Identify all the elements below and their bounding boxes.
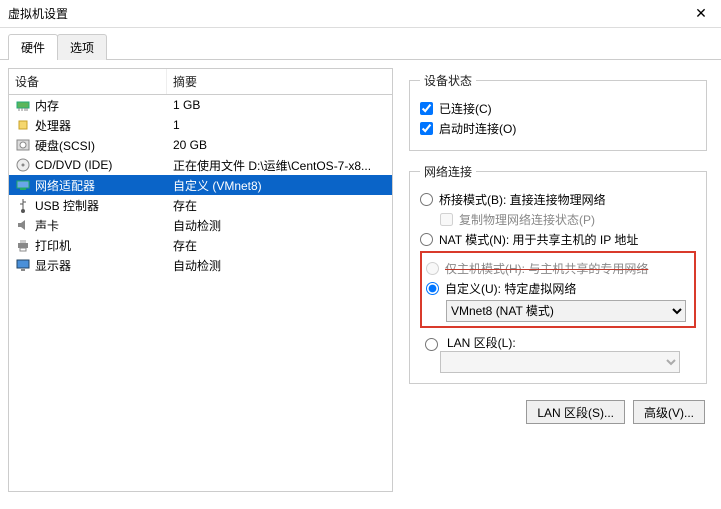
- device-summary: 自定义 (VMnet8): [167, 177, 392, 194]
- usb-icon: [15, 197, 31, 213]
- chk-connect-on-start[interactable]: 启动时连接(O): [420, 120, 696, 137]
- device-name: 显示器: [35, 257, 71, 274]
- radio-bridged[interactable]: 桥接模式(B): 直接连接物理网络: [420, 191, 696, 208]
- device-summary: 自动检测: [167, 217, 392, 234]
- network-connection-group: 网络连接 桥接模式(B): 直接连接物理网络 复制物理网络连接状态(P) NAT…: [409, 163, 707, 384]
- lan-segment-select: [440, 351, 680, 373]
- tab-options[interactable]: 选项: [57, 34, 107, 60]
- printer-icon: [15, 237, 31, 253]
- cpu-icon: [15, 117, 31, 133]
- window-title: 虚拟机设置: [8, 5, 68, 22]
- radio-custom-input[interactable]: [426, 282, 439, 295]
- chk-connected-label: 已连接(C): [439, 100, 492, 117]
- chk-replicate-label: 复制物理网络连接状态(P): [459, 211, 595, 228]
- device-row-memory[interactable]: 内存 1 GB: [9, 95, 392, 115]
- chk-replicate-input: [440, 213, 453, 226]
- disk-icon: [15, 137, 31, 153]
- device-name: 硬盘(SCSI): [35, 137, 95, 154]
- chk-connected-input[interactable]: [420, 102, 433, 115]
- device-row-disk[interactable]: 硬盘(SCSI) 20 GB: [9, 135, 392, 155]
- radio-nat[interactable]: NAT 模式(N): 用于共享主机的 IP 地址: [420, 231, 696, 248]
- chk-replicate: 复制物理网络连接状态(P): [440, 211, 696, 228]
- device-row-usb[interactable]: USB 控制器 存在: [9, 195, 392, 215]
- device-row-display[interactable]: 显示器 自动检测: [9, 255, 392, 275]
- memory-icon: [15, 97, 31, 113]
- radio-hostonly: 仅主机模式(H): 与主机共享的专用网络: [426, 260, 690, 277]
- device-row-sound[interactable]: 声卡 自动检测: [9, 215, 392, 235]
- radio-nat-label: NAT 模式(N): 用于共享主机的 IP 地址: [439, 231, 638, 248]
- lan-segments-button[interactable]: LAN 区段(S)...: [526, 400, 625, 424]
- device-row-cpu[interactable]: 处理器 1: [9, 115, 392, 135]
- radio-bridged-label: 桥接模式(B): 直接连接物理网络: [439, 191, 606, 208]
- device-name: 打印机: [35, 237, 71, 254]
- device-row-cd[interactable]: CD/DVD (IDE) 正在使用文件 D:\运维\CentOS-7-x8...: [9, 155, 392, 175]
- radio-nat-input[interactable]: [420, 233, 433, 246]
- highlighted-region: 仅主机模式(H): 与主机共享的专用网络 自定义(U): 特定虚拟网络 VMne…: [420, 251, 696, 328]
- device-summary: 正在使用文件 D:\运维\CentOS-7-x8...: [167, 157, 392, 174]
- device-name: 内存: [35, 97, 59, 114]
- device-status-legend: 设备状态: [420, 72, 476, 89]
- close-button[interactable]: ✕: [681, 0, 721, 28]
- chk-connected[interactable]: 已连接(C): [420, 100, 696, 117]
- network-connection-legend: 网络连接: [420, 163, 476, 180]
- radio-lan-segment[interactable]: LAN 区段(L):: [420, 334, 696, 351]
- device-summary: 1 GB: [167, 98, 392, 112]
- sound-icon: [15, 217, 31, 233]
- radio-hostonly-label: 仅主机模式(H): 与主机共享的专用网络: [445, 260, 648, 277]
- net-icon: [15, 177, 31, 193]
- radio-lan-segment-label: LAN 区段(L):: [447, 334, 516, 351]
- custom-network-select[interactable]: VMnet8 (NAT 模式): [446, 300, 686, 322]
- device-summary: 1: [167, 118, 392, 132]
- chk-connect-on-start-input[interactable]: [420, 122, 433, 135]
- device-status-group: 设备状态 已连接(C) 启动时连接(O): [409, 72, 707, 151]
- device-list: 设备 摘要 内存 1 GB 处理器 1 硬盘(SCSI) 20 GB CD/DVD (IDE…: [8, 68, 393, 492]
- chk-connect-on-start-label: 启动时连接(O): [439, 120, 516, 137]
- col-summary: 摘要: [167, 69, 392, 94]
- device-name: 网络适配器: [35, 177, 95, 194]
- device-name: CD/DVD (IDE): [35, 158, 112, 172]
- device-summary: 存在: [167, 237, 392, 254]
- display-icon: [15, 257, 31, 273]
- device-row-printer[interactable]: 打印机 存在: [9, 235, 392, 255]
- device-summary: 20 GB: [167, 138, 392, 152]
- cd-icon: [15, 157, 31, 173]
- col-device: 设备: [9, 69, 167, 94]
- device-name: 声卡: [35, 217, 59, 234]
- device-summary: 存在: [167, 197, 392, 214]
- advanced-button[interactable]: 高级(V)...: [633, 400, 705, 424]
- radio-custom-label: 自定义(U): 特定虚拟网络: [445, 280, 576, 297]
- radio-lan-segment-input[interactable]: [425, 338, 438, 351]
- tab-hardware[interactable]: 硬件: [8, 34, 58, 60]
- radio-hostonly-input: [426, 262, 439, 275]
- device-name: USB 控制器: [35, 197, 99, 214]
- device-name: 处理器: [35, 117, 71, 134]
- device-summary: 自动检测: [167, 257, 392, 274]
- radio-bridged-input[interactable]: [420, 193, 433, 206]
- radio-custom[interactable]: 自定义(U): 特定虚拟网络: [426, 280, 690, 297]
- device-row-net[interactable]: 网络适配器 自定义 (VMnet8): [9, 175, 392, 195]
